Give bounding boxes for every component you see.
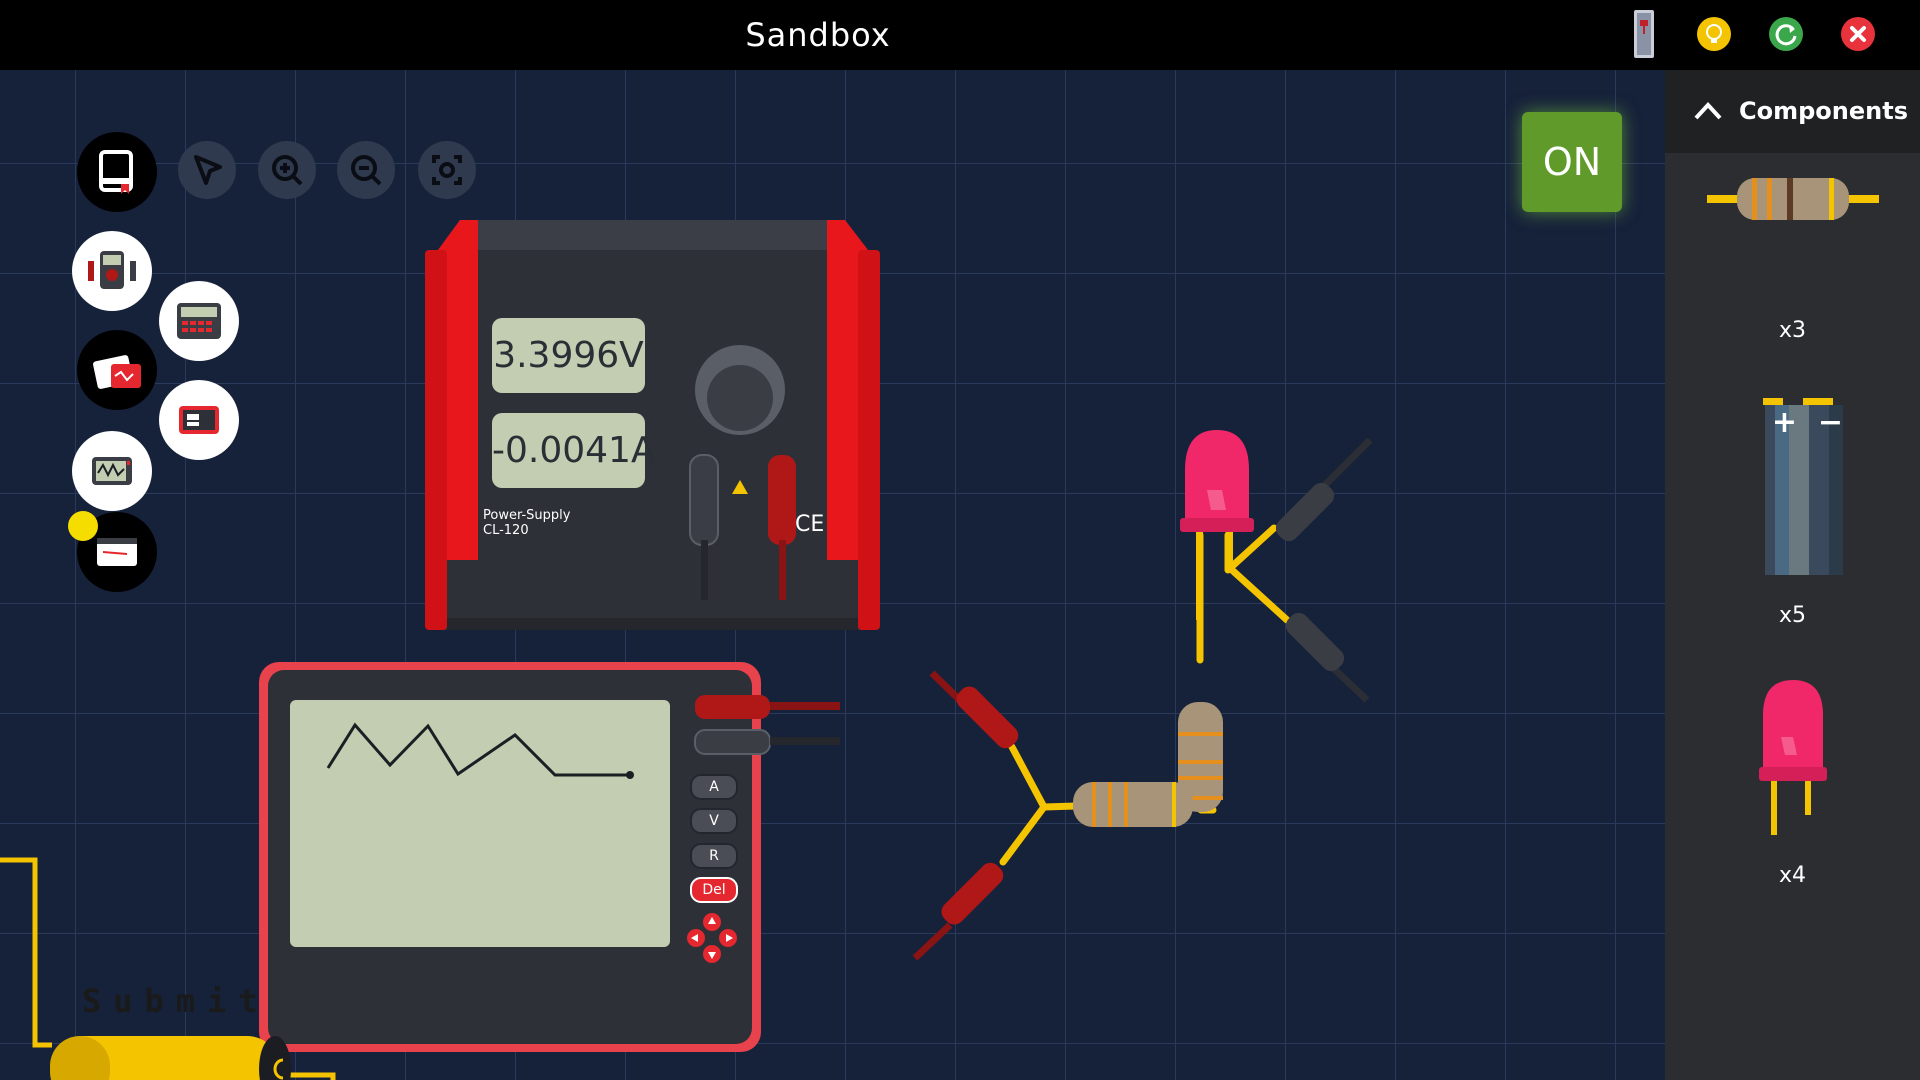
multimeter-tool[interactable] bbox=[72, 231, 152, 311]
power-supply-tool[interactable] bbox=[77, 330, 157, 410]
red-probe-lower[interactable] bbox=[912, 859, 1007, 961]
power-supply-icon bbox=[93, 355, 141, 389]
led-count: x4 bbox=[1778, 863, 1807, 888]
resistor-icon bbox=[1707, 178, 1879, 220]
zoom-out-button[interactable] bbox=[337, 141, 395, 199]
instrument-thumbnail-button[interactable] bbox=[1634, 10, 1654, 58]
refresh-icon bbox=[1775, 24, 1797, 46]
voltage-display: 3.3996V bbox=[492, 318, 645, 393]
reset-button[interactable] bbox=[1769, 17, 1803, 51]
chevron-up-icon[interactable] bbox=[1693, 98, 1723, 124]
title-bar: Sandbox bbox=[0, 0, 1920, 70]
dpad-icon[interactable] bbox=[682, 908, 742, 968]
components-panel: Components x3 + − x5 x4 bbox=[1665, 70, 1920, 1080]
lightbulb-icon bbox=[1706, 24, 1722, 43]
resistor-count: x3 bbox=[1778, 318, 1807, 343]
zoom-in-icon bbox=[272, 155, 303, 186]
component-led[interactable]: x4 bbox=[1665, 675, 1920, 905]
led-component[interactable] bbox=[1180, 430, 1254, 620]
zoom-in-button[interactable] bbox=[258, 141, 316, 199]
oscilloscope-del-button[interactable]: Del bbox=[690, 877, 738, 903]
calculator-icon bbox=[177, 303, 221, 339]
power-supply-model: Power-Supply bbox=[483, 508, 571, 523]
close-icon bbox=[1850, 26, 1866, 42]
led-icon bbox=[1759, 680, 1827, 835]
oscilloscope-device[interactable] bbox=[259, 662, 840, 1052]
fit-view-icon bbox=[432, 155, 462, 185]
battery-pack-icon bbox=[179, 406, 219, 434]
oscilloscope-tool[interactable] bbox=[72, 431, 152, 511]
book-icon bbox=[99, 150, 133, 194]
battery-pack-tool[interactable] bbox=[159, 380, 239, 460]
oscilloscope-v-button[interactable]: V bbox=[690, 808, 738, 834]
resistor-horizontal[interactable] bbox=[1073, 782, 1193, 827]
device-thumbnail-icon bbox=[1637, 13, 1651, 55]
ce-mark: CE bbox=[795, 512, 825, 537]
power-supply-model-number: CL-120 bbox=[483, 523, 529, 538]
components-panel-header[interactable]: Components bbox=[1665, 70, 1920, 153]
current-display: -0.0041A bbox=[492, 413, 656, 488]
red-probe-upper[interactable] bbox=[929, 670, 1022, 752]
selection-indicator bbox=[68, 511, 98, 541]
fit-view-button[interactable] bbox=[418, 141, 476, 199]
zoom-out-icon bbox=[351, 155, 382, 186]
oscilloscope-icon bbox=[92, 457, 132, 485]
power-on-toggle[interactable]: ON bbox=[1522, 112, 1622, 212]
component-battery[interactable]: + − x5 bbox=[1665, 395, 1920, 635]
pointer-icon bbox=[194, 155, 222, 185]
hint-button[interactable] bbox=[1697, 17, 1731, 51]
notebook-button[interactable] bbox=[77, 132, 157, 212]
battery-minus-label: − bbox=[1817, 405, 1844, 440]
oscilloscope-a-button[interactable]: A bbox=[690, 774, 738, 800]
component-resistor[interactable]: x3 bbox=[1665, 170, 1920, 360]
black-probe-upper[interactable] bbox=[1272, 437, 1373, 545]
circuit-canvas[interactable]: 3.3996V -0.0041A Power-Supply CL-120 CE … bbox=[0, 70, 1665, 1080]
battery-count: x5 bbox=[1778, 603, 1807, 628]
oscilloscope-r-button[interactable]: R bbox=[690, 843, 738, 869]
window-title: Sandbox bbox=[745, 16, 891, 54]
circuit-scene bbox=[0, 220, 1373, 1080]
components-panel-title: Components bbox=[1739, 97, 1908, 125]
black-probe-lower[interactable] bbox=[1282, 609, 1370, 703]
submit-button[interactable]: Submit bbox=[82, 982, 270, 1020]
multimeter-icon bbox=[88, 251, 136, 289]
calculator-tool[interactable] bbox=[159, 281, 239, 361]
pointer-tool-button[interactable] bbox=[178, 141, 236, 199]
close-button[interactable] bbox=[1841, 17, 1875, 51]
